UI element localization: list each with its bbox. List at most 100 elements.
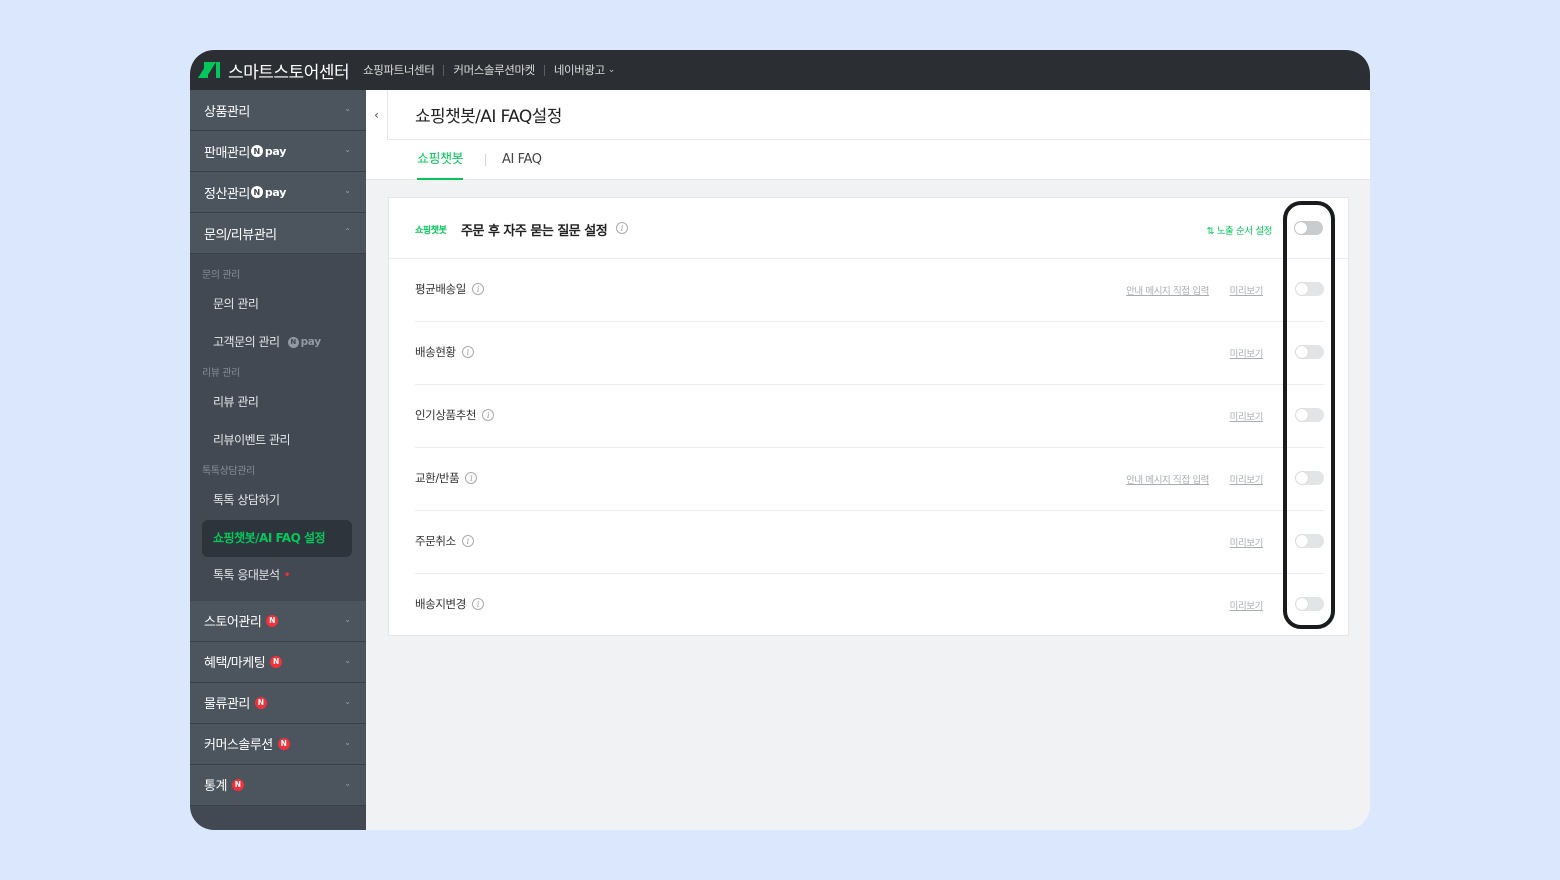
top-link-naver-ads[interactable]: 네이버광고 [554, 62, 605, 78]
sidebar-item-settlement[interactable]: 정산관리 N pay ⌄ [190, 172, 366, 213]
new-badge-icon: N [277, 737, 290, 750]
faq-toggle[interactable] [1295, 534, 1324, 548]
sidebar-item-label: 혜택/마케팅 [204, 656, 266, 671]
faq-row-average-delivery: 평균배송일 i 안내 메시지 직접 입력 미리보기 [415, 259, 1324, 322]
faq-row-popular-products: 인기상품추천 i 미리보기 [415, 385, 1324, 448]
new-badge-icon: N [266, 614, 279, 627]
preview-link[interactable]: 미리보기 [1230, 409, 1264, 423]
card-title: 주문 후 자주 묻는 질문 설정 [461, 224, 608, 239]
sidebar-item-label: 물류관리 [204, 697, 250, 712]
main-content: ‹ 쇼핑챗봇/AI FAQ설정 쇼핑챗봇 AI FAQ 쇼핑챗봇 주문 후 자주… [366, 90, 1370, 830]
sidebar-item-commerce-solution[interactable]: 커머스솔루션 N ⌄ [190, 723, 366, 765]
sidebar-item-talk-consult[interactable]: 톡톡 상담하기 [190, 482, 366, 520]
faq-toggle[interactable] [1295, 345, 1324, 359]
faq-row-label: 인기상품추천 i [415, 407, 495, 423]
naver-logo-icon[interactable] [198, 62, 220, 78]
chatbot-badge: 쇼핑챗봇 [415, 226, 447, 236]
npay-n-icon: N [287, 336, 299, 348]
tab-shopping-chatbot[interactable]: 쇼핑챗봇 [417, 140, 464, 180]
faq-row-label-text: 평균배송일 [415, 282, 466, 296]
npay-logo: N pay [250, 145, 286, 158]
master-toggle[interactable] [1294, 221, 1323, 235]
info-icon[interactable]: i [482, 409, 495, 421]
sidebar-item-label: 고객문의 관리 [213, 334, 280, 349]
faq-toggle[interactable] [1295, 471, 1324, 485]
faq-toggle[interactable] [1295, 408, 1324, 422]
faq-row-address-change: 배송지변경 i 미리보기 [415, 574, 1324, 637]
sidebar-group-inquiry: 문의 관리 [202, 270, 240, 281]
sidebar-submenu: 문의 관리 문의 관리 고객문의 관리 N pay 리뷰 관리 리뷰 관리 리뷰… [190, 254, 366, 601]
faq-settings-card: 쇼핑챗봇 주문 후 자주 묻는 질문 설정 i ⇅ 노출 순서 설정 평균배송일… [388, 197, 1349, 636]
display-order-label: 노출 순서 설정 [1216, 226, 1273, 237]
sidebar-item-store[interactable]: 스토어관리 N ⌄ [190, 600, 366, 642]
preview-link[interactable]: 미리보기 [1230, 283, 1264, 297]
sidebar-item-review-manage[interactable]: 리뷰 관리 [190, 384, 366, 422]
top-links: 쇼핑파트너센터 커머스솔루션마켓 네이버광고 ⌄ [363, 62, 615, 78]
faq-row-label-text: 배송지변경 [415, 597, 466, 611]
chevron-up-icon: ⌃ [344, 227, 351, 236]
info-icon[interactable]: i [471, 283, 484, 295]
sidebar-item-label: 판매관리 [204, 145, 250, 161]
sidebar-item-inquiry-review[interactable]: 문의/리뷰관리 ⌃ [190, 213, 366, 254]
info-icon[interactable]: i [471, 598, 484, 610]
new-dot-icon: • [283, 568, 291, 582]
preview-link[interactable]: 미리보기 [1230, 472, 1264, 486]
faq-row-label: 배송현황 i [415, 344, 474, 360]
top-link-shopping-partner[interactable]: 쇼핑파트너센터 [363, 62, 435, 78]
preview-link[interactable]: 미리보기 [1230, 346, 1264, 360]
sidebar-item-label: 상품관리 [204, 104, 250, 120]
npay-text: pay [300, 335, 322, 348]
brand-title[interactable]: 스마트스토어센터 [228, 58, 350, 83]
faq-row-label-text: 주문취소 [415, 534, 456, 548]
new-badge-icon: N [254, 696, 267, 709]
chevron-down-icon: ⌄ [344, 145, 351, 154]
faq-row-exchange-return: 교환/반품 i 안내 메시지 직접 입력 미리보기 [415, 448, 1324, 511]
faq-row-label: 교환/반품 i [415, 470, 478, 486]
sidebar-item-label: 톡톡 응대분석 [213, 568, 280, 582]
preview-link[interactable]: 미리보기 [1230, 535, 1264, 549]
chevron-left-icon: ‹ [374, 108, 379, 122]
faq-toggle[interactable] [1295, 597, 1324, 611]
chevron-down-icon: ⌄ [344, 737, 351, 747]
npay-logo: N pay [287, 324, 322, 362]
sidebar-item-statistics[interactable]: 통계 N ⌄ [190, 764, 366, 806]
sidebar-item-sales[interactable]: 판매관리 N pay ⌄ [190, 131, 366, 172]
sidebar-item-talk-analysis[interactable]: 톡톡 응대분석 • [190, 557, 366, 595]
preview-link[interactable]: 미리보기 [1230, 598, 1264, 612]
info-icon[interactable]: i [465, 472, 478, 484]
direct-message-link[interactable]: 안내 메시지 직접 입력 [1126, 472, 1209, 486]
card-header: 쇼핑챗봇 주문 후 자주 묻는 질문 설정 i ⇅ 노출 순서 설정 [389, 198, 1348, 259]
new-badge-icon: N [270, 655, 283, 668]
display-order-link[interactable]: ⇅ 노출 순서 설정 [1206, 223, 1273, 237]
page-title: 쇼핑챗봇/AI FAQ설정 [415, 107, 562, 127]
tab-ai-faq[interactable]: AI FAQ [502, 140, 542, 180]
sidebar-item-review-event[interactable]: 리뷰이벤트 관리 [190, 422, 366, 460]
faq-row-order-cancel: 주문취소 i 미리보기 [415, 511, 1324, 574]
sidebar-item-customer-inquiry[interactable]: 고객문의 관리 N pay [190, 324, 366, 362]
sidebar-item-inquiry-manage[interactable]: 문의 관리 [190, 286, 366, 324]
npay-logo: N pay [250, 186, 286, 199]
sidebar-item-marketing[interactable]: 혜택/마케팅 N ⌄ [190, 641, 366, 683]
top-link-commerce-market[interactable]: 커머스솔루션마켓 [453, 62, 535, 78]
sidebar-item-logistics[interactable]: 물류관리 N ⌄ [190, 682, 366, 724]
chevron-down-icon[interactable]: ⌄ [608, 65, 616, 75]
chevron-down-icon: ⌄ [344, 655, 351, 665]
divider [443, 64, 445, 76]
faq-toggle[interactable] [1295, 282, 1324, 296]
sidebar-item-label: 정산관리 [204, 186, 250, 202]
page-header: 쇼핑챗봇/AI FAQ설정 [388, 90, 1370, 140]
info-icon[interactable]: i [461, 535, 474, 547]
npay-n-icon: N [250, 145, 263, 157]
direct-message-link[interactable]: 안내 메시지 직접 입력 [1126, 283, 1209, 297]
chevron-down-icon: ⌄ [344, 186, 351, 195]
faq-row-label-text: 배송현황 [415, 345, 456, 359]
collapse-sidebar-button[interactable]: ‹ [366, 90, 388, 140]
sidebar-group-talk: 톡톡상담관리 [202, 466, 255, 477]
faq-row-label-text: 교환/반품 [415, 471, 460, 485]
info-icon[interactable]: i [461, 346, 474, 358]
info-icon[interactable]: i [616, 222, 628, 234]
new-badge-icon: N [231, 778, 244, 791]
sort-arrows-icon: ⇅ [1206, 226, 1215, 237]
sidebar-item-product[interactable]: 상품관리 ⌄ [190, 90, 366, 131]
sidebar-item-chatbot-faq[interactable]: 쇼핑챗봇/AI FAQ 설정 [202, 519, 352, 557]
